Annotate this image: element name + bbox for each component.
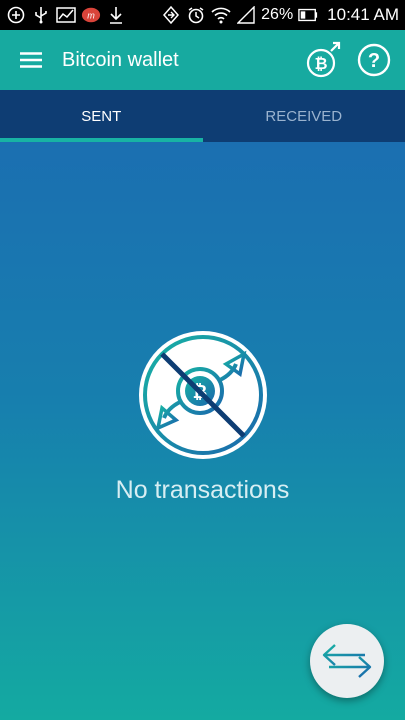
usb-icon — [31, 5, 51, 25]
status-bar: m 26% 10:41 AM — [0, 0, 405, 30]
clock: 10:41 AM — [327, 5, 399, 24]
svg-text:m: m — [87, 11, 95, 21]
menu-button[interactable] — [0, 30, 62, 90]
svg-text:?: ? — [368, 50, 380, 72]
send-bitcoin-button[interactable]: ₿ — [299, 30, 349, 90]
signal-icon — [236, 5, 256, 25]
bitcoin-send-icon: ₿ — [306, 41, 341, 78]
download-icon — [106, 5, 126, 25]
no-transactions-icon: ₿ — [136, 328, 270, 462]
data-sync-icon — [161, 5, 181, 25]
svg-text:₿: ₿ — [314, 55, 327, 73]
empty-state-message: No transactions — [115, 476, 290, 504]
status-bar-system: 26% 10:41 AM — [161, 5, 399, 25]
add-box-icon — [6, 5, 26, 25]
help-button[interactable]: ? — [349, 30, 399, 90]
exchange-arrows-icon — [322, 644, 372, 678]
chart-icon — [56, 5, 76, 25]
tab-bar: SENT RECEIVED — [0, 90, 405, 142]
app-bar: Bitcoin wallet ₿ ? — [0, 30, 405, 90]
exchange-fab-button[interactable] — [310, 624, 384, 698]
tab-sent-label: SENT — [81, 107, 122, 125]
wifi-icon — [211, 5, 231, 25]
battery-percent: 26% — [261, 6, 294, 23]
help-icon: ? — [357, 43, 391, 77]
hamburger-menu-icon — [20, 52, 42, 68]
tab-received-label: RECEIVED — [265, 107, 343, 125]
app-title: Bitcoin wallet — [62, 48, 179, 71]
tab-sent[interactable]: SENT — [0, 90, 203, 142]
battery-icon — [298, 5, 318, 25]
alarm-icon — [186, 5, 206, 25]
status-bar-notifications: m — [6, 5, 126, 25]
tab-received[interactable]: RECEIVED — [203, 90, 405, 142]
app-notification-icon: m — [81, 5, 101, 25]
